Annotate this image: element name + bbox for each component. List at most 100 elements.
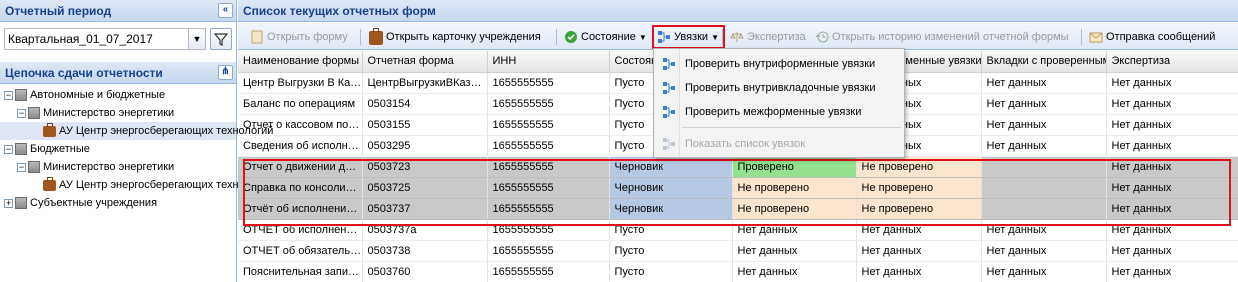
collapse-node-icon[interactable]: −: [4, 90, 13, 100]
send-messages-button[interactable]: Отправка сообщений: [1088, 26, 1215, 48]
column-header[interactable]: Экспертиза: [1106, 51, 1238, 73]
menu-item[interactable]: Проверить внутривкладочные увязки: [654, 76, 904, 100]
table-cell: Центр Выгрузки В Казначейство: [238, 72, 363, 94]
toolbar-separator: [1081, 29, 1082, 45]
period-combo[interactable]: Квартальная_01_07_2017 ▼: [4, 28, 206, 50]
table-cell: Сведения об исполнении: [238, 135, 363, 157]
column-header[interactable]: Отчетная форма: [362, 51, 488, 73]
chain-title: Цепочка сдачи отчетности: [5, 66, 163, 80]
briefcase-icon: [369, 28, 383, 45]
table-cell: 1655555555: [487, 135, 610, 157]
collapse-node-icon[interactable]: −: [4, 144, 13, 154]
links-highlight-box: [652, 25, 725, 49]
envelope-icon: [1089, 32, 1103, 43]
menu-item-label: Проверить внутривкладочные увязки: [685, 82, 876, 94]
send-messages-label: Отправка сообщений: [1106, 31, 1216, 43]
links-icon: [663, 82, 675, 94]
menu-item-label: Проверить межформенные увязки: [685, 106, 862, 118]
building-icon: [28, 161, 40, 174]
links-icon: [663, 58, 675, 70]
table-cell: 0503155: [362, 114, 488, 136]
tree-node[interactable]: АУ Центр энергосберегающих технологий: [0, 176, 273, 194]
table-cell: Нет данных: [981, 261, 1107, 282]
table-cell: 1655555555: [487, 261, 610, 282]
form-icon: [251, 30, 263, 44]
column-header[interactable]: ИНН: [487, 51, 610, 73]
table-cell: Нет данных: [1106, 261, 1238, 282]
menu-separator: [682, 127, 901, 128]
table-cell: Нет данных: [1106, 72, 1238, 94]
report-chain-tree: − Автономные и бюджетные − Министерство эне…: [0, 86, 273, 212]
tree-node-label: Министерство энергетики: [43, 161, 175, 173]
links-icon: [663, 138, 675, 150]
expertise-button[interactable]: Экспертиза: [729, 26, 806, 48]
tree-node[interactable]: АУ Центр энергосберегающих технологий: [0, 122, 273, 140]
state-button[interactable]: Состояние ▼: [563, 26, 647, 48]
history-label: Открыть историю изменений отчетной формы: [832, 31, 1069, 43]
table-cell: 1655555555: [487, 72, 610, 94]
filter-button[interactable]: [210, 28, 232, 50]
table-cell: Нет данных: [981, 135, 1107, 157]
table-cell: 1655555555: [487, 240, 610, 262]
forms-panel-header: Список текущих отчетных форм: [238, 0, 1238, 22]
period-panel-header: Отчетный период «: [0, 0, 236, 22]
tree-node[interactable]: − Автономные и бюджетные: [0, 86, 236, 104]
table-cell: Нет данных: [732, 240, 857, 262]
table-cell: Нет данных: [1106, 135, 1238, 157]
menu-item-label: Показать список увязок: [685, 138, 806, 150]
table-cell: Нет данных: [856, 261, 982, 282]
open-card-label: Открыть карточку учреждения: [386, 31, 541, 43]
tree-options-icon[interactable]: ⋔: [218, 65, 233, 80]
menu-item[interactable]: Показать список увязок: [654, 132, 904, 156]
expand-icon[interactable]: +: [4, 198, 13, 208]
table-cell: Пояснительная записка: [238, 261, 363, 282]
building-icon: [15, 197, 27, 210]
table-cell: Баланс по операциям: [238, 93, 363, 115]
links-icon: [663, 106, 675, 118]
open-card-button[interactable]: Открыть карточку учреждения: [368, 26, 541, 48]
table-cell: 0503738: [362, 240, 488, 262]
collapse-node-icon[interactable]: −: [17, 162, 26, 172]
table-cell: Нет данных: [1106, 114, 1238, 136]
table-cell: 1655555555: [487, 93, 610, 115]
tree-node[interactable]: − Министерство энергетики: [0, 158, 236, 176]
menu-item[interactable]: Проверить межформенные увязки: [654, 100, 904, 124]
tree-node[interactable]: − Бюджетные: [0, 140, 236, 158]
table-row[interactable]: ОТЧЕТ об обязательствах05037381655555555…: [238, 240, 1238, 262]
period-title: Отчетный период: [5, 4, 112, 18]
table-cell: ЦентрВыгрузкиВКазначейство: [362, 72, 488, 94]
table-cell: Нет данных: [1106, 93, 1238, 115]
history-button[interactable]: Открыть историю изменений отчетной формы: [814, 26, 1069, 48]
chevron-down-icon[interactable]: ▼: [188, 29, 205, 49]
menu-item-label: Проверить внутриформенные увязки: [685, 58, 876, 70]
table-cell: Нет данных: [1106, 240, 1238, 262]
tree-node[interactable]: + Субъектные учреждения: [0, 194, 236, 212]
check-circle-icon: [565, 31, 577, 43]
column-header[interactable]: Вкладки с проверенными: [981, 51, 1107, 73]
table-cell: ОТЧЕТ об обязательствах: [238, 240, 363, 262]
open-form-label: Открыть форму: [267, 31, 348, 43]
table-cell: 1655555555: [487, 114, 610, 136]
tree-node[interactable]: − Министерство энергетики: [0, 104, 236, 122]
table-cell: Нет данных: [981, 114, 1107, 136]
table-cell: Нет данных: [981, 72, 1107, 94]
table-cell: 0503295: [362, 135, 488, 157]
table-row[interactable]: Пояснительная записка 0503760 1655555555 Пу…: [238, 261, 1238, 282]
table-cell: Пусто: [609, 240, 733, 262]
column-header[interactable]: Наименование формы: [238, 51, 363, 73]
table-cell: Нет данных: [981, 240, 1107, 262]
tree-node-label: Автономные и бюджетные: [30, 89, 166, 101]
table-cell: Пусто: [609, 261, 733, 282]
state-label: Состояние: [581, 31, 636, 43]
collapse-icon[interactable]: «: [218, 3, 233, 18]
open-form-button[interactable]: Открыть форму: [249, 26, 348, 48]
building-icon: [15, 143, 27, 156]
tree-node-label: Министерство энергетики: [43, 107, 175, 119]
menu-item[interactable]: Проверить внутриформенные увязки: [654, 52, 904, 76]
toolbar-separator: [360, 29, 361, 45]
chain-panel-header: Цепочка сдачи отчетности ⋔: [0, 62, 236, 84]
collapse-node-icon[interactable]: −: [17, 108, 26, 118]
briefcase-icon: [43, 176, 56, 191]
links-menu: Проверить внутриформенные увязки Проверит…: [653, 48, 905, 158]
chevron-down-icon: ▼: [638, 33, 647, 42]
